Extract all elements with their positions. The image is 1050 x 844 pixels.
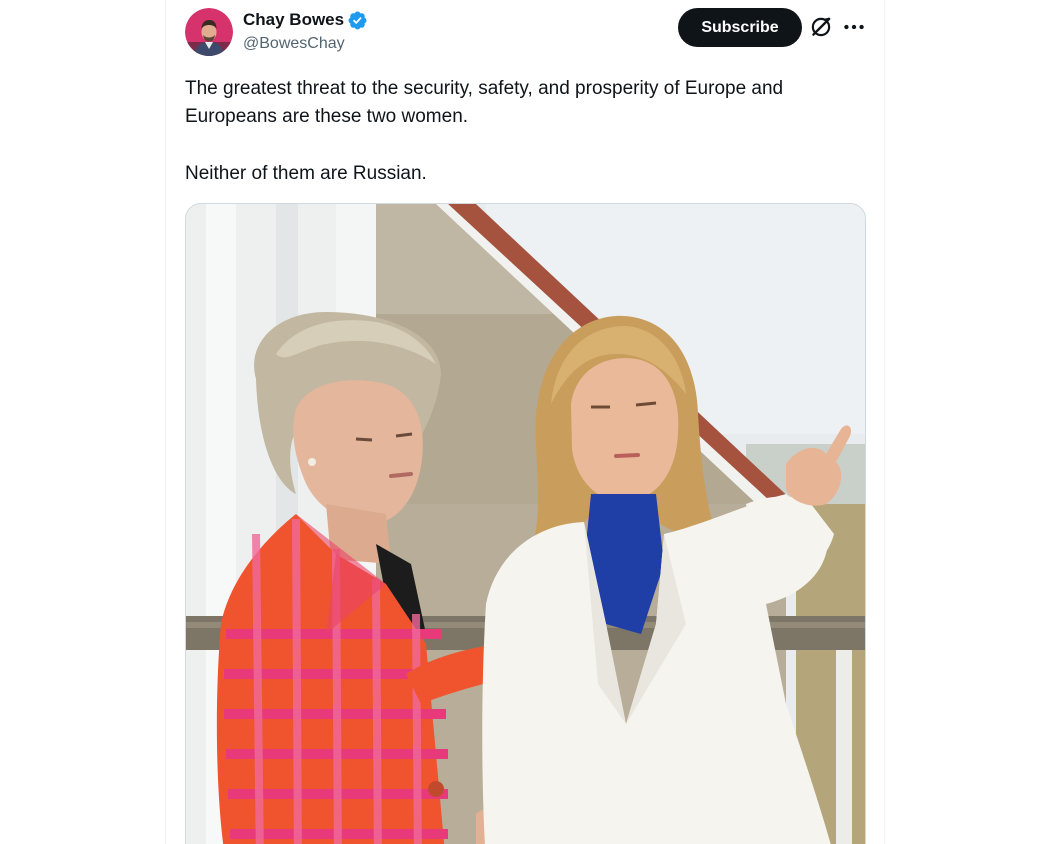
tweet-column: Chay Bowes @BowesChay Subscribe The grea…: [165, 0, 885, 844]
subscribe-button[interactable]: Subscribe: [678, 8, 802, 47]
tweet-photo[interactable]: [185, 203, 866, 844]
author-name-row: Chay Bowes: [243, 9, 368, 31]
avatar[interactable]: [185, 8, 233, 56]
grok-icon[interactable]: [808, 14, 834, 40]
photo-illustration: [186, 204, 865, 844]
tweet-text-paragraph: Neither of them are Russian.: [185, 163, 427, 184]
tweet-text-paragraph: The greatest threat to the security, saf…: [185, 78, 784, 127]
verified-badge-icon[interactable]: [347, 10, 368, 31]
tweet-text: The greatest threat to the security, saf…: [185, 75, 865, 188]
avatar-image: [185, 8, 233, 56]
more-icon[interactable]: [841, 14, 867, 40]
author-handle[interactable]: @BowesChay: [243, 35, 368, 53]
author-info: Chay Bowes @BowesChay: [243, 9, 368, 53]
author-display-name[interactable]: Chay Bowes: [243, 10, 344, 30]
page: Chay Bowes @BowesChay Subscribe The grea…: [0, 0, 1050, 844]
